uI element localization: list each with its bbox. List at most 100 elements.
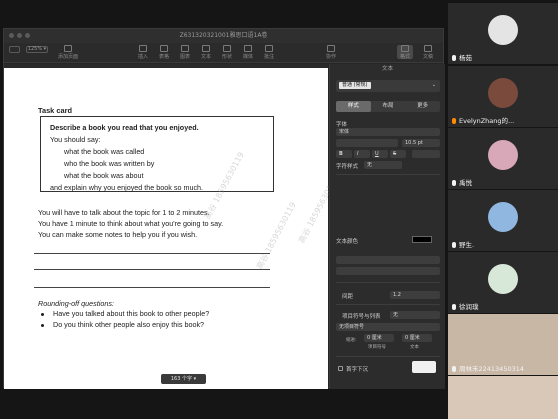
microphone-icon (452, 55, 456, 61)
char-style-select[interactable]: 无 (364, 161, 402, 169)
dropcap-label: 首字下沉 (346, 367, 369, 373)
bullet-point (41, 313, 44, 316)
panel-header: 文本 (381, 66, 393, 72)
zoom-button[interactable] (25, 33, 30, 38)
watermark: 高谷 18595630119 (254, 200, 298, 271)
avatar (488, 78, 518, 108)
char-style-label: 字符样式 (336, 164, 359, 170)
indent-label: 缩进: (346, 338, 357, 343)
participant-tile[interactable]: 徐润璞 (448, 252, 558, 313)
comment-icon (265, 45, 273, 52)
participant-video[interactable]: 周林禾22413450314 (448, 314, 558, 375)
answer-line (34, 287, 270, 288)
spacing-select[interactable]: 1.2 (390, 291, 440, 299)
list-label[interactable]: 项目符号与列表 (342, 312, 381, 320)
collaborate-icon (327, 45, 335, 52)
chart-icon (181, 45, 189, 52)
spacing-label[interactable]: 间距 (342, 292, 353, 300)
text-color-label: 文本颜色 (336, 239, 359, 245)
document-icon (424, 45, 432, 52)
format-panel: 文本 普通 (常规) ⌄ 样式 布局 更多 字体 宋体 10.5 pt B I … (329, 64, 445, 389)
divider (336, 356, 440, 357)
italic-button[interactable]: I (354, 150, 370, 158)
toolbar-collaborate[interactable]: 协作 (319, 45, 343, 60)
toolbar-add-page[interactable]: 添加页面 (56, 45, 80, 60)
tab-style[interactable]: 样式 (336, 101, 371, 112)
task-card-label: Task card (38, 106, 72, 115)
font-label: 字体 (336, 122, 348, 128)
instruction-line: You have 1 minute to think about what yo… (38, 219, 224, 228)
font-weight-select[interactable] (336, 139, 398, 147)
answer-line (34, 269, 270, 270)
avatar (488, 264, 518, 294)
participant-tile[interactable]: EvelynZhang的... (448, 66, 558, 127)
microphone-icon (452, 304, 456, 310)
pages-window: Z631320321001雅思口语1A卷 125% ▾ 添加页面 插入 表格 图… (3, 28, 445, 389)
rounding-off-question: Do you think other people also enjoy thi… (53, 320, 205, 329)
document-page[interactable]: Task card Describe a book you read that … (4, 68, 340, 389)
strikethrough-button[interactable]: S (390, 150, 406, 158)
underline-button[interactable]: U (372, 150, 388, 158)
card-line: who the book was written by (64, 159, 155, 168)
view-menu-button[interactable] (9, 46, 20, 53)
instruction-line: You will have to talk about the topic fo… (38, 208, 210, 217)
microphone-icon (452, 366, 456, 372)
card-line: what the book was about (64, 171, 144, 180)
microphone-icon (452, 180, 456, 186)
rounding-off-title: Rounding-off questions: (38, 299, 114, 308)
participant-name: 周林禾22413450314 (452, 363, 524, 373)
list-select[interactable]: 无 (390, 311, 440, 319)
dropcap-checkbox[interactable] (338, 366, 343, 371)
text-indent-caption: 文本 (410, 345, 419, 350)
participant-name: 禹悦 (452, 177, 472, 187)
paragraph-style-select[interactable]: 普通 (常规) ⌄ (336, 80, 440, 92)
tab-more[interactable]: 更多 (405, 101, 440, 112)
insert-icon (139, 45, 147, 52)
participant-tile[interactable]: 野生. (448, 190, 558, 251)
divider (336, 304, 440, 305)
screen: Z631320321001雅思口语1A卷 125% ▾ 添加页面 插入 表格 图… (0, 0, 558, 419)
dropcap-style-button[interactable] (412, 361, 436, 373)
text-color-swatch[interactable] (412, 236, 432, 243)
toolbar-comment[interactable]: 批注 (257, 45, 281, 60)
shape-icon (223, 45, 231, 52)
font-family-select[interactable]: 宋体 (336, 128, 440, 136)
document-canvas[interactable]: Task card Describe a book you read that … (4, 64, 340, 389)
alignment-buttons[interactable] (336, 256, 440, 264)
rounding-off-question: Have you talked about this book to other… (53, 309, 210, 318)
add-page-icon (64, 45, 72, 52)
tab-layout[interactable]: 布局 (371, 101, 406, 112)
card-line: Describe a book you read that you enjoye… (50, 123, 199, 132)
chevron-down-icon: ⌄ (431, 82, 436, 88)
minimize-button[interactable] (17, 33, 22, 38)
bullet-type-select[interactable]: 无项目符号 (336, 323, 440, 331)
bullet-indent-caption: 项目符号 (368, 345, 386, 350)
paragraph-style-value: 普通 (常规) (339, 82, 371, 89)
toolbar: 125% ▾ 添加页面 插入 表格 图表 文本 形状 媒体 批注 协作 格式 文… (4, 43, 443, 63)
table-icon (160, 45, 168, 52)
text-options-button[interactable] (412, 150, 440, 158)
toolbar-document[interactable]: 文稿 (416, 45, 440, 60)
indent-buttons[interactable] (336, 267, 440, 275)
zoom-select[interactable]: 125% ▾ (26, 46, 48, 53)
window-controls[interactable] (9, 33, 30, 38)
participant-video[interactable] (448, 376, 558, 419)
microphone-icon (452, 242, 456, 248)
bullet-indent-field[interactable]: 0 厘米 (364, 334, 394, 342)
window-titlebar: Z631320321001雅思口语1A卷 (4, 29, 443, 43)
bold-button[interactable]: B (336, 150, 352, 158)
divider (336, 174, 440, 175)
word-count-button[interactable]: 163 个字 ▾ (161, 374, 206, 384)
text-indent-field[interactable]: 0 厘米 (402, 334, 432, 342)
avatar (488, 202, 518, 232)
avatar (488, 15, 518, 45)
participant-name: 徐润璞 (452, 301, 479, 311)
format-tabs: 样式 布局 更多 (336, 101, 440, 112)
participant-name: 杨茹 (452, 52, 472, 62)
close-button[interactable] (9, 33, 14, 38)
font-size-field[interactable]: 10.5 pt (402, 139, 440, 147)
participant-tile[interactable]: 杨茹 (448, 3, 558, 64)
toolbar-format[interactable]: 格式 (393, 45, 417, 60)
card-line: what the book was called (64, 147, 145, 156)
participant-tile[interactable]: 禹悦 (448, 128, 558, 189)
